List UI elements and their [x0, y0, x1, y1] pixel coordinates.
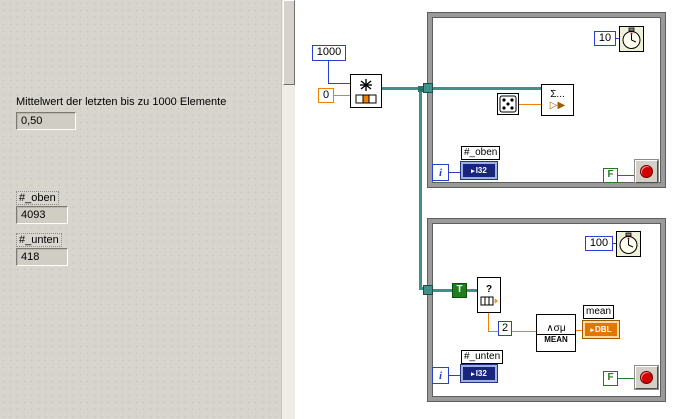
dbl-text: DBL	[595, 325, 612, 334]
wire-top-loop-in	[433, 87, 543, 90]
wire-f-stop-bottom	[618, 378, 635, 379]
oben-value-field[interactable]: 4093	[16, 206, 68, 224]
random-number-icon[interactable]	[497, 93, 519, 115]
const-1000[interactable]: 1000	[312, 45, 346, 61]
oben-label: #_oben	[16, 191, 59, 205]
loop-iteration-terminal-top[interactable]: i	[432, 164, 449, 181]
i32-text: I32	[475, 166, 487, 175]
unten-label: #_unten	[16, 233, 62, 247]
terminal-arrow-icon: ▸	[471, 370, 475, 378]
terminal-arrow-icon: ▸	[590, 326, 595, 334]
stop-led-icon	[640, 165, 653, 178]
i32-text: I32	[475, 369, 487, 378]
question-glyph: ?	[485, 283, 493, 295]
wire-1000-right	[328, 83, 350, 84]
wire-queue-vertical	[419, 88, 422, 289]
wire-dice-sum	[519, 104, 541, 105]
unten-terminal-label: #_unten	[461, 350, 504, 364]
const-wait-100[interactable]: 100	[585, 236, 613, 251]
unten-value-field[interactable]: 418	[16, 248, 68, 266]
wait-ms-icon-bottom[interactable]	[616, 231, 641, 257]
stop-button-bottom[interactable]	[635, 366, 658, 389]
i32-terminal-top[interactable]: ▸ I32	[460, 161, 498, 180]
dequeue-select-icon[interactable]: ?	[477, 277, 501, 313]
mean-value-field[interactable]: 0,50	[16, 112, 76, 130]
wire-f-stop-top	[618, 175, 635, 176]
i32-terminal-bottom[interactable]: ▸ I32	[460, 364, 498, 383]
tunnel-top-loop[interactable]	[423, 83, 433, 93]
const-false-bottom[interactable]: F	[603, 371, 618, 386]
mean-vi-icon[interactable]: ∧σμ MEAN	[536, 314, 576, 352]
wire-iter-i32-top	[449, 172, 461, 173]
oben-terminal-label: #_oben	[461, 146, 501, 160]
wire-select-mean	[488, 331, 537, 332]
mean-symbols: ∧σμ	[537, 323, 575, 335]
enqueue-sum-icon[interactable]: Σ... ▷▶	[541, 84, 574, 116]
wire-zero	[334, 95, 350, 96]
loop-iteration-terminal-bottom[interactable]: i	[432, 367, 449, 384]
mean-caption: Mittelwert der letzten bis zu 1000 Eleme…	[16, 96, 227, 108]
const-false-top[interactable]: F	[603, 168, 618, 183]
terminal-arrow-icon: ▸	[471, 167, 475, 175]
const-true[interactable]: T	[452, 283, 467, 298]
labview-window: Mittelwert der letzten bis zu 1000 Eleme…	[0, 0, 694, 419]
vertical-scrollbar[interactable]	[281, 0, 295, 419]
wire-mean-dbl	[576, 330, 583, 331]
stop-button-top[interactable]	[635, 160, 658, 183]
stop-led-icon	[640, 371, 653, 384]
wire-select-down	[488, 313, 489, 332]
array-out-glyph	[480, 296, 498, 305]
wire-1000-down	[328, 60, 329, 83]
queue-glyph	[355, 79, 377, 104]
wire-iter-i32-bottom	[449, 375, 461, 376]
scrollbar-thumb[interactable]	[283, 0, 295, 85]
tunnel-bottom-loop[interactable]	[423, 285, 433, 295]
const-0[interactable]: 0	[318, 88, 334, 103]
front-panel: Mittelwert der letzten bis zu 1000 Eleme…	[0, 0, 281, 419]
const-2[interactable]: 2	[498, 321, 512, 336]
obtain-queue-icon[interactable]	[350, 74, 382, 108]
append-glyph: ▷▶	[549, 100, 566, 111]
sum-glyph: Σ...	[550, 89, 565, 100]
dbl-terminal[interactable]: ▸ DBL	[582, 320, 620, 339]
const-wait-10[interactable]: 10	[594, 31, 616, 46]
mean-text: MEAN	[544, 334, 568, 344]
mean-terminal-label: mean	[583, 305, 615, 319]
wait-ms-icon-top[interactable]	[619, 26, 644, 52]
